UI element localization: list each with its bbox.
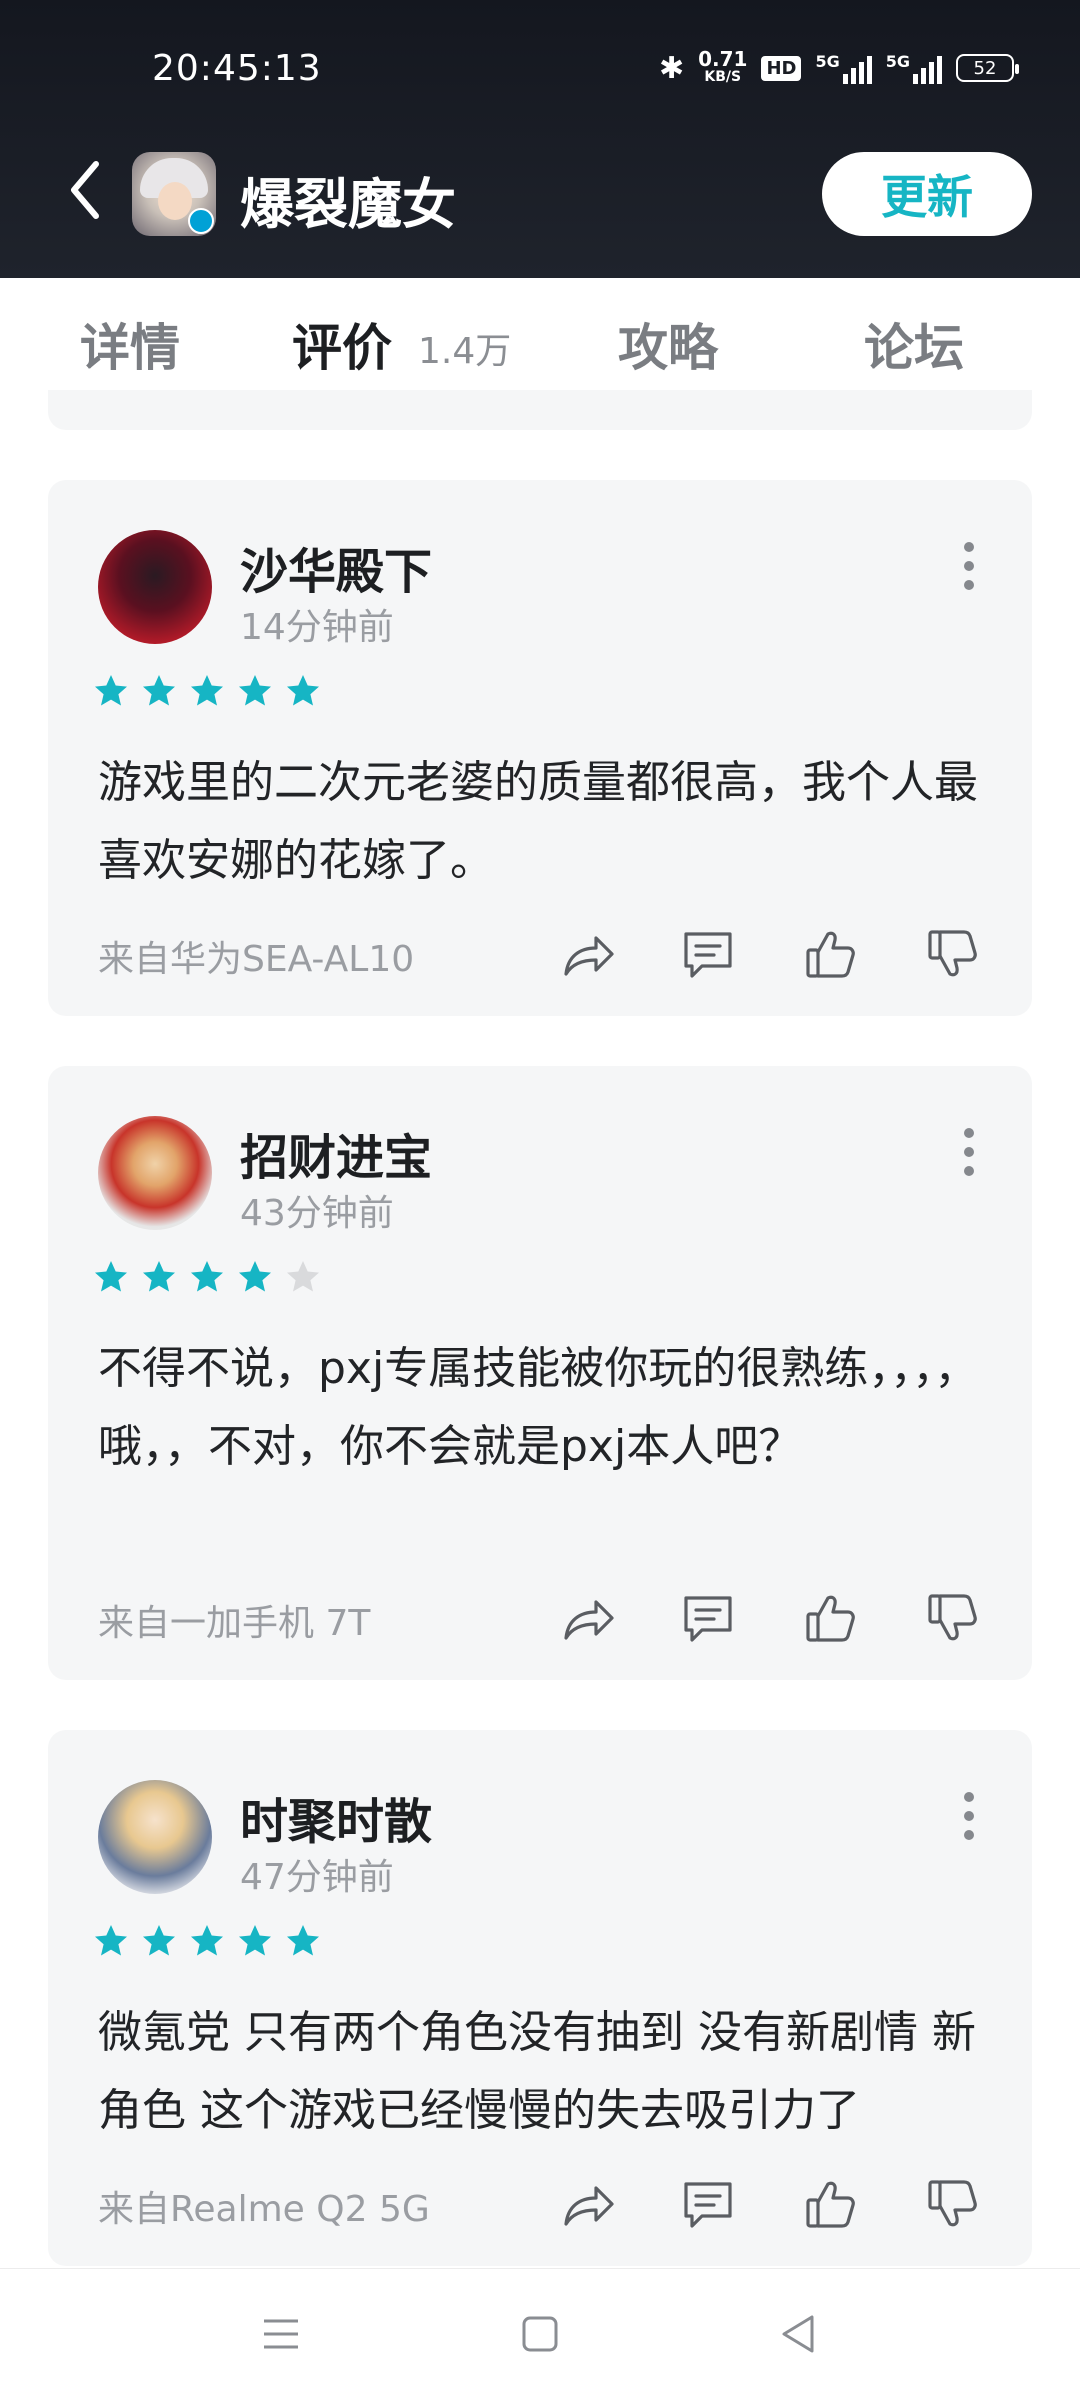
network-speed-value: 0.71 — [698, 47, 748, 71]
more-vertical-icon[interactable] — [964, 542, 976, 592]
tab-forum[interactable]: 论坛 — [864, 308, 964, 380]
review-device: 来自一加手机 7T — [98, 1603, 371, 1644]
status-bar: 20:45:13 ✱ 0.71 KB/S HD 5G 5G 52 — [0, 40, 1080, 100]
star-filled-icon — [239, 1925, 271, 1956]
thumbs-down-icon[interactable] — [922, 1588, 982, 1648]
avatar[interactable] — [98, 530, 212, 644]
bluetooth-icon: ✱ — [658, 50, 685, 86]
signal-icon-1: 5G — [815, 52, 872, 84]
more-vertical-icon[interactable] — [964, 1792, 976, 1842]
more-vertical-icon[interactable] — [964, 1128, 976, 1178]
back-triangle-icon[interactable] — [774, 2309, 824, 2359]
comment-icon[interactable] — [678, 1588, 738, 1648]
network-speed-unit: KB/S — [704, 69, 742, 85]
review-card: 沙华殿下 14分钟前 游戏里的二次元老婆的质量都很高，我个人最喜欢安娜的花嫁了。… — [48, 480, 1032, 1016]
review-actions — [558, 1588, 998, 1648]
system-nav-bar — [0, 2268, 1080, 2400]
review-username[interactable]: 招财进宝 — [240, 1118, 432, 1188]
review-text: 微氪党 只有两个角色没有抽到 没有新剧情 新角色 这个游戏已经慢慢的失去吸引力了 — [98, 2007, 976, 2136]
avatar[interactable] — [98, 1780, 212, 1894]
star-filled-icon — [287, 1925, 319, 1956]
battery-icon: 52 — [956, 54, 1019, 82]
star-filled-icon — [95, 675, 127, 706]
thumbs-up-icon[interactable] — [800, 1588, 860, 1648]
star-empty-icon — [287, 1261, 319, 1292]
star-filled-icon — [287, 675, 319, 706]
review-actions — [558, 924, 998, 984]
tab-details[interactable]: 详情 — [80, 308, 180, 380]
signal-2-label: 5G — [885, 52, 910, 71]
star-filled-icon — [143, 675, 175, 706]
app-header: 20:45:13 ✱ 0.71 KB/S HD 5G 5G 52 爆裂魔女 更新 — [0, 0, 1080, 278]
signal-icon-2: 5G — [886, 52, 942, 84]
star-filled-icon — [191, 1925, 223, 1956]
share-icon[interactable] — [558, 2174, 618, 2234]
chevron-left-icon[interactable] — [66, 158, 106, 222]
tab-guides[interactable]: 攻略 — [618, 308, 718, 380]
review-username[interactable]: 时聚时散 — [240, 1782, 432, 1852]
review-time: 47分钟前 — [240, 1857, 394, 1898]
star-filled-icon — [239, 1261, 271, 1292]
review-device: 来自华为SEA-AL10 — [98, 939, 415, 980]
comment-icon[interactable] — [678, 924, 738, 984]
tab-reviews[interactable]: 评价 — [292, 308, 392, 380]
tab-bar: 详情 评价 1.4万 攻略 论坛 — [0, 278, 1080, 398]
hd-voice-icon: HD — [761, 55, 802, 81]
signal-1-label: 5G — [815, 52, 840, 71]
battery-level: 52 — [973, 57, 997, 79]
status-icons: ✱ 0.71 KB/S HD 5G 5G 52 — [658, 47, 1019, 86]
review-count: 1.4万 — [418, 331, 512, 372]
review-username[interactable]: 沙华殿下 — [240, 532, 432, 602]
star-filled-icon — [239, 675, 271, 706]
network-speed: 0.71 KB/S — [698, 47, 748, 86]
thumbs-down-icon[interactable] — [922, 2174, 982, 2234]
review-card: 时聚时散 47分钟前 微氪党 只有两个角色没有抽到 没有新剧情 新角色 这个游戏… — [48, 1730, 1032, 2266]
review-device: 来自Realme Q2 5G — [98, 2189, 430, 2230]
star-filled-icon — [95, 1261, 127, 1292]
star-filled-icon — [143, 1261, 175, 1292]
app-title: 爆裂魔女 — [240, 173, 456, 236]
comment-icon[interactable] — [678, 2174, 738, 2234]
thumbs-up-icon[interactable] — [800, 924, 860, 984]
review-actions — [558, 2174, 998, 2234]
status-time: 20:45:13 — [152, 48, 322, 89]
app-icon — [132, 152, 216, 236]
avatar[interactable] — [98, 1116, 212, 1230]
review-text: 不得不说，pxj专属技能被你玩的很熟练，，，，哦，，不对，你不会就是pxj本人吧… — [98, 1343, 979, 1472]
share-icon[interactable] — [558, 924, 618, 984]
share-icon[interactable] — [558, 1588, 618, 1648]
thumbs-up-icon[interactable] — [800, 2174, 860, 2234]
thumbs-down-icon[interactable] — [922, 924, 982, 984]
star-rating — [94, 1924, 320, 1958]
review-text: 游戏里的二次元老婆的质量都很高，我个人最喜欢安娜的花嫁了。 — [98, 757, 978, 886]
review-card: 招财进宝 43分钟前 不得不说，pxj专属技能被你玩的很熟练，，，，哦，，不对，… — [48, 1066, 1032, 1680]
star-rating — [94, 1260, 320, 1294]
review-time: 43分钟前 — [240, 1193, 394, 1234]
review-time: 14分钟前 — [240, 607, 394, 648]
star-rating — [94, 674, 320, 708]
star-filled-icon — [95, 1925, 127, 1956]
star-filled-icon — [143, 1925, 175, 1956]
platform-badge-icon — [188, 208, 214, 234]
home-square-icon[interactable] — [515, 2309, 565, 2359]
previous-card-bottom — [48, 390, 1032, 430]
menu-icon[interactable] — [256, 2309, 306, 2359]
star-filled-icon — [191, 675, 223, 706]
update-button[interactable]: 更新 — [822, 152, 1032, 236]
star-filled-icon — [191, 1261, 223, 1292]
